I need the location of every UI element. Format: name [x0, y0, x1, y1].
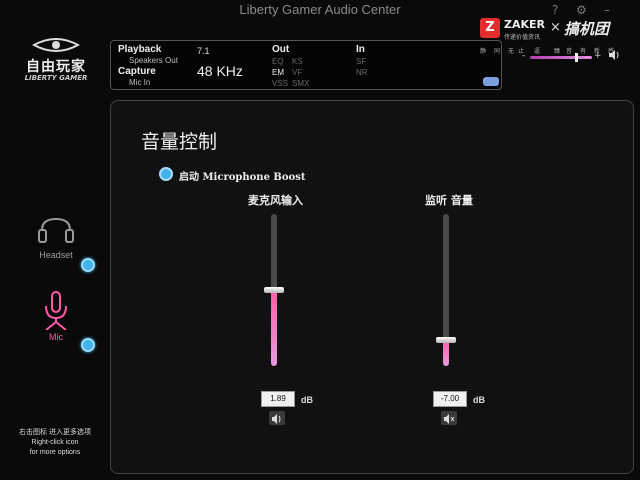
- device-mic[interactable]: Mic: [26, 290, 86, 342]
- effect-vss[interactable]: VSS: [272, 79, 288, 88]
- master-volume-slider[interactable]: - +: [522, 51, 602, 62]
- panel-toggle-button[interactable]: [483, 77, 499, 86]
- mic-input-slider-fill: [271, 290, 277, 366]
- playback-device: Speakers Out: [129, 56, 178, 65]
- info-icon[interactable]: ?: [552, 3, 558, 17]
- device-headset[interactable]: Headset: [26, 216, 86, 260]
- mic-input-db-field[interactable]: 1.89: [261, 391, 295, 407]
- playback-label: Playback: [118, 44, 162, 55]
- channel-config: 7.1: [197, 46, 210, 56]
- effect-smx[interactable]: SMX: [292, 79, 309, 88]
- eq-preset[interactable]: 无: [508, 46, 514, 55]
- monitor-volume-db-unit: dB: [473, 395, 485, 405]
- monitor-volume-slider-fill: [443, 340, 449, 366]
- volume-minus[interactable]: -: [522, 51, 525, 61]
- out-label: Out: [272, 44, 290, 55]
- device-info-panel: Playback Speakers Out Capture Mic In 7.1…: [110, 40, 502, 90]
- speaker-icon[interactable]: [608, 49, 620, 61]
- zaker-text: ZAKER: [504, 18, 545, 31]
- speaker-muted-icon: [444, 414, 455, 424]
- mic-input-db-unit: dB: [301, 395, 313, 405]
- sample-rate: 48 KHz: [197, 63, 243, 79]
- device-headset-label: Headset: [39, 250, 73, 260]
- hint-en-line1: Right-click icon: [31, 439, 79, 446]
- boost-radio-icon[interactable]: [159, 167, 173, 181]
- master-volume-track[interactable]: [530, 56, 592, 59]
- right-click-hint: 右击图标 进入更多选项 Right-click icon for more op…: [6, 428, 104, 458]
- effect-ks[interactable]: KS: [292, 57, 303, 66]
- monitor-volume-mute-button[interactable]: [441, 411, 457, 425]
- monitor-volume-slider-handle[interactable]: [436, 337, 456, 343]
- mic-status-dot[interactable]: [81, 338, 95, 352]
- mic-input-mute-button[interactable]: [269, 411, 285, 425]
- zaker-subtext: 传递价值资讯: [504, 34, 541, 41]
- device-mic-label: Mic: [49, 332, 63, 342]
- effect-eq[interactable]: EQ: [272, 57, 284, 66]
- monitor-volume-title: 监听 音量: [425, 194, 473, 207]
- headset-status-dot[interactable]: [81, 258, 95, 272]
- zaker-logo-icon: Z: [480, 18, 500, 38]
- monitor-volume-slider-track[interactable]: [443, 214, 449, 366]
- eq-preset[interactable]: 同: [494, 46, 500, 55]
- logo-text: 自由玩家: [26, 59, 86, 75]
- capture-device: Mic In: [129, 78, 151, 87]
- eye-logo-icon: [32, 38, 80, 52]
- gear-icon[interactable]: ⚙: [576, 3, 587, 17]
- effect-sf[interactable]: SF: [356, 57, 366, 66]
- panel-title: 音量控制: [141, 131, 218, 153]
- window-title: Liberty Gamer Audio Center: [239, 2, 401, 17]
- effect-vf[interactable]: VF: [292, 68, 302, 77]
- eq-preset[interactable]: 静: [480, 46, 486, 55]
- boost-label: 启动 Microphone Boost: [179, 172, 306, 183]
- partner-brand: Z ZAKER 传递价值资讯 × 搞机团: [480, 18, 630, 44]
- hint-en-line2: for more options: [29, 449, 81, 456]
- collab-text: 搞机团: [564, 20, 610, 38]
- master-volume-handle[interactable]: [575, 53, 578, 62]
- volume-control-panel: 音量控制 启动 Microphone Boost 麦克风输入 1.89 dB 监…: [110, 100, 634, 474]
- volume-plus[interactable]: +: [594, 51, 602, 61]
- collab-times: ×: [550, 20, 561, 35]
- mic-input-slider-handle[interactable]: [264, 287, 284, 293]
- effect-em[interactable]: EM: [272, 68, 284, 77]
- microphone-icon: [45, 291, 67, 331]
- hint-zh: 右击图标 进入更多选项: [19, 429, 91, 436]
- in-label: In: [356, 44, 365, 55]
- minimize-icon[interactable]: –: [604, 3, 610, 17]
- mic-input-title: 麦克风输入: [248, 194, 303, 207]
- monitor-volume-db-field[interactable]: -7.00: [433, 391, 467, 407]
- speaker-icon: [272, 414, 281, 424]
- capture-label: Capture: [118, 66, 156, 77]
- app-logo: 自由玩家 LIBERTY GAMER: [16, 36, 96, 86]
- headset-icon: [38, 217, 74, 243]
- logo-subtext: LIBERTY GAMER: [24, 74, 88, 82]
- effect-nr[interactable]: NR: [356, 68, 368, 77]
